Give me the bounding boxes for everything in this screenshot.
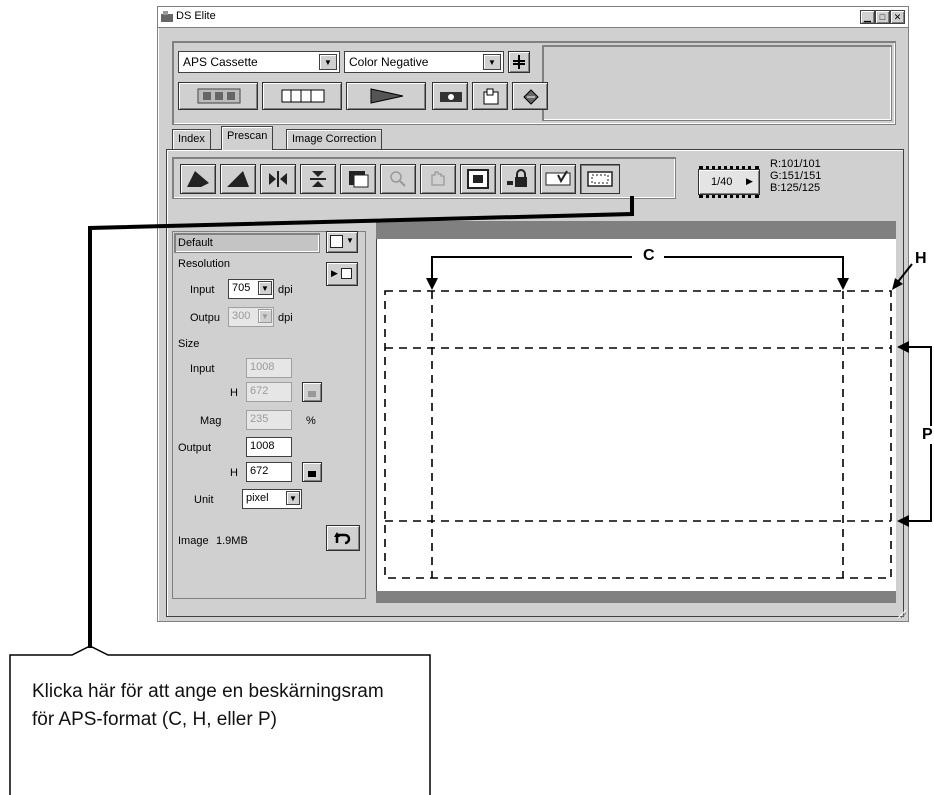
c-bracket-right — [664, 256, 844, 282]
tab-prescan-label: Prescan — [227, 130, 268, 142]
tab-prescan[interactable]: Prescan — [221, 126, 274, 150]
p-arrow-top — [897, 341, 909, 353]
label-c: C — [641, 247, 657, 265]
annotation-overlay — [9, 196, 932, 795]
c-bracket-left — [431, 256, 632, 282]
label-h: H — [915, 250, 927, 267]
label-p: P — [922, 426, 933, 444]
c-arrow-right — [837, 278, 849, 290]
callout-leader — [88, 196, 634, 648]
c-arrow-left — [426, 278, 438, 290]
h-arrow-head — [892, 278, 903, 290]
callout-text: Klicka här för att ange en beskärningsra… — [32, 681, 384, 730]
crop-frame-h — [384, 290, 892, 579]
h-arrow-line — [896, 263, 913, 284]
p-arrow-bottom — [897, 515, 909, 527]
